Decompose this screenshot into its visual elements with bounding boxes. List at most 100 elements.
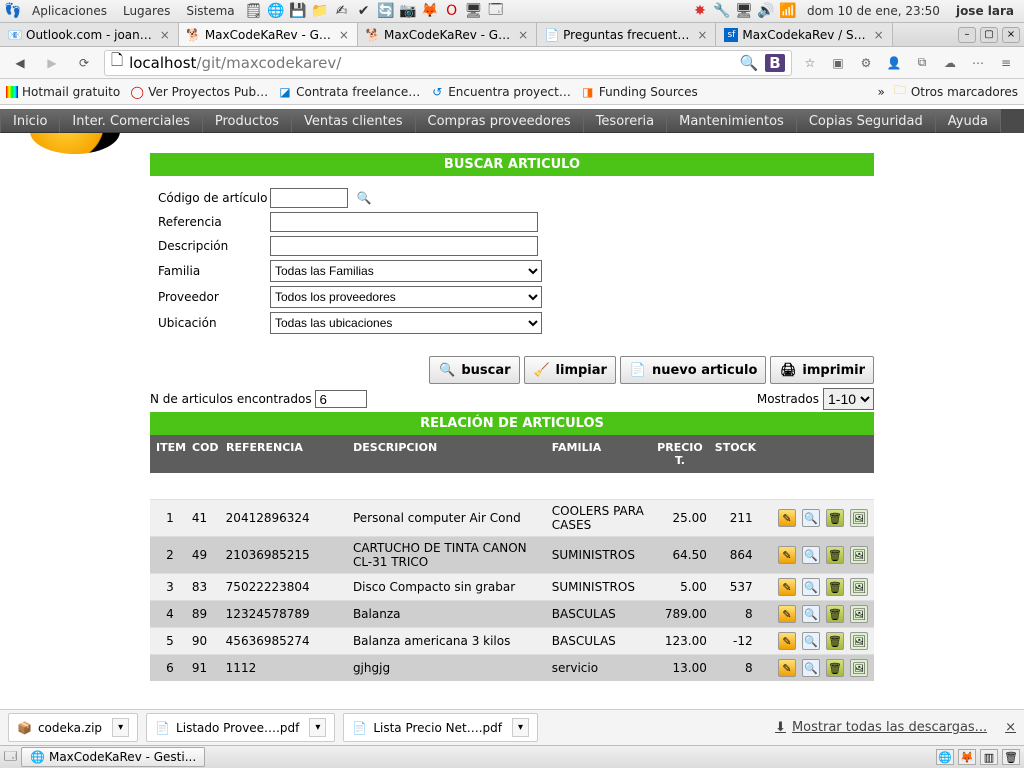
image-icon[interactable]: 🖼 [850, 659, 868, 677]
search-icon[interactable]: 🔍 [354, 188, 374, 208]
referencia-input[interactable] [270, 212, 538, 232]
nav-inicio[interactable]: Inicio [0, 109, 60, 133]
nav-inter-comerciales[interactable]: Inter. Comerciales [60, 109, 202, 133]
maximize-button[interactable]: ▢ [980, 27, 998, 43]
chevron-down-icon[interactable]: ▾ [309, 718, 326, 737]
bookmark-proyectos[interactable]: ◯Ver Proyectos Pub… [130, 85, 268, 99]
back-button[interactable]: ◀ [8, 51, 32, 75]
tray-icon[interactable]: 🗔 [487, 2, 505, 20]
nav-ayuda[interactable]: Ayuda [936, 109, 1001, 133]
tray-icon[interactable]: ✸ [691, 2, 709, 20]
tab-sourceforge[interactable]: sfMaxCodekaRev / S…× [716, 23, 892, 46]
tray-icon[interactable]: 🔄 [377, 2, 395, 20]
close-icon[interactable]: × [874, 28, 884, 42]
download-item[interactable]: 📄Listado Provee….pdf▾ [146, 713, 335, 742]
close-button[interactable]: × [1002, 27, 1020, 43]
opera-icon[interactable]: O [443, 2, 461, 20]
search-icon[interactable]: 🔍 [739, 54, 759, 72]
edit-icon[interactable]: ✎ [778, 659, 796, 677]
gear-icon[interactable]: ⚙ [856, 56, 876, 70]
download-item[interactable]: 📦codeka.zip▾ [8, 713, 138, 742]
nav-ventas[interactable]: Ventas clientes [292, 109, 416, 133]
nav-copias[interactable]: Copias Seguridad [797, 109, 936, 133]
tray-icon[interactable]: 🖥 [465, 2, 483, 20]
buscar-button[interactable]: 🔍buscar [429, 356, 519, 384]
mostrados-select[interactable]: 1-10 [823, 388, 874, 410]
url-field[interactable]: 🗋 localhost/git/maxcodekarev/ 🔍 B [104, 50, 792, 76]
delete-icon[interactable]: 🗑 [826, 632, 844, 650]
descripcion-input[interactable] [270, 236, 538, 256]
cloud-icon[interactable]: ☁ [940, 56, 960, 70]
bootstrap-icon[interactable]: B [765, 54, 785, 72]
bookmark-funding[interactable]: ◨Funding Sources [581, 85, 698, 99]
forward-button[interactable]: ▶ [40, 51, 64, 75]
trash-icon[interactable]: 🗑 [1002, 749, 1020, 765]
tab-maxcodeka[interactable]: 🐕MaxCodeKaRev - G…× [179, 23, 358, 46]
bookmark-encuentra[interactable]: ↺Encuentra proyect… [430, 85, 571, 99]
ubicacion-select[interactable]: Todas las ubicaciones [270, 312, 542, 334]
view-icon[interactable]: 🔍 [802, 605, 820, 623]
firefox-icon[interactable]: 🦊 [421, 2, 439, 20]
delete-icon[interactable]: 🗑 [826, 509, 844, 527]
nav-mantenimientos[interactable]: Mantenimientos [667, 109, 797, 133]
chevron-down-icon[interactable]: ▾ [112, 718, 129, 737]
minimize-button[interactable]: – [958, 27, 976, 43]
view-icon[interactable]: 🔍 [802, 546, 820, 564]
tab-maxcodeka-2[interactable]: 🐕MaxCodeKaRev - G…× [358, 23, 537, 46]
imprimir-button[interactable]: 🖨imprimir [770, 356, 874, 384]
close-icon[interactable]: × [1005, 720, 1016, 735]
tray-icon[interactable]: ▥ [980, 749, 998, 765]
codigo-input[interactable] [270, 188, 348, 208]
menu-sistema[interactable]: Sistema [180, 4, 240, 18]
image-icon[interactable]: 🖼 [850, 509, 868, 527]
clock[interactable]: dom 10 de ene, 23:50 [801, 4, 946, 18]
limpiar-button[interactable]: 🧹limpiar [524, 356, 616, 384]
familia-select[interactable]: Todas las Familias [270, 260, 542, 282]
show-desktop-icon[interactable]: 🗔 [4, 747, 17, 768]
volume-icon[interactable]: 🔊 [757, 2, 775, 20]
tab-preguntas[interactable]: 📄Preguntas frecuent…× [537, 23, 716, 46]
taskbar-window[interactable]: 🌐MaxCodeKaRev - Gesti... [21, 747, 205, 767]
close-icon[interactable]: × [160, 28, 170, 42]
close-icon[interactable]: × [339, 28, 349, 42]
image-icon[interactable]: 🖼 [850, 578, 868, 596]
edit-icon[interactable]: ✎ [778, 509, 796, 527]
delete-icon[interactable]: 🗑 [826, 659, 844, 677]
nav-tesoreria[interactable]: Tesoreria [584, 109, 667, 133]
gnome-icon[interactable]: 👣 [4, 2, 22, 20]
image-icon[interactable]: 🖼 [850, 546, 868, 564]
reload-button[interactable]: ⟳ [72, 51, 96, 75]
nuevo-button[interactable]: 📄nuevo articulo [620, 356, 766, 384]
show-all-downloads[interactable]: ⬇Mostrar todas las descargas...× [775, 720, 1016, 735]
view-icon[interactable]: 🔍 [802, 659, 820, 677]
tray-icon[interactable]: 📁 [311, 2, 329, 20]
tray-icon[interactable]: ✔ [355, 2, 373, 20]
bookmark-hotmail[interactable]: Hotmail gratuito [6, 85, 120, 99]
menu-lugares[interactable]: Lugares [117, 4, 176, 18]
tray-icon[interactable]: 📷 [399, 2, 417, 20]
tray-icon[interactable]: ✍ [333, 2, 351, 20]
menu-aplicaciones[interactable]: Aplicaciones [26, 4, 113, 18]
bookmark-freelance[interactable]: ◪Contrata freelance… [278, 85, 420, 99]
view-icon[interactable]: 🔍 [802, 509, 820, 527]
tray-icon[interactable]: 💾 [289, 2, 307, 20]
image-icon[interactable]: 🖼 [850, 605, 868, 623]
tray-icon[interactable]: 🖥 [735, 2, 753, 20]
ext-icon[interactable]: ⧉ [912, 55, 932, 70]
tray-icon[interactable]: 🗒 [245, 2, 263, 20]
ext-icon[interactable]: ▣ [828, 56, 848, 70]
network-icon[interactable]: 📶 [779, 2, 797, 20]
count-input[interactable] [315, 390, 367, 408]
edit-icon[interactable]: ✎ [778, 632, 796, 650]
user-menu[interactable]: jose lara [950, 4, 1020, 18]
view-icon[interactable]: 🔍 [802, 578, 820, 596]
close-icon[interactable]: × [518, 28, 528, 42]
tray-icon[interactable]: 🌐 [267, 2, 285, 20]
close-icon[interactable]: × [697, 28, 707, 42]
bookmark-overflow[interactable]: » [878, 85, 885, 99]
tray-icon[interactable]: 🦊 [958, 749, 976, 765]
nav-productos[interactable]: Productos [203, 109, 292, 133]
edit-icon[interactable]: ✎ [778, 578, 796, 596]
delete-icon[interactable]: 🗑 [826, 546, 844, 564]
tray-icon[interactable]: 🔧 [713, 2, 731, 20]
